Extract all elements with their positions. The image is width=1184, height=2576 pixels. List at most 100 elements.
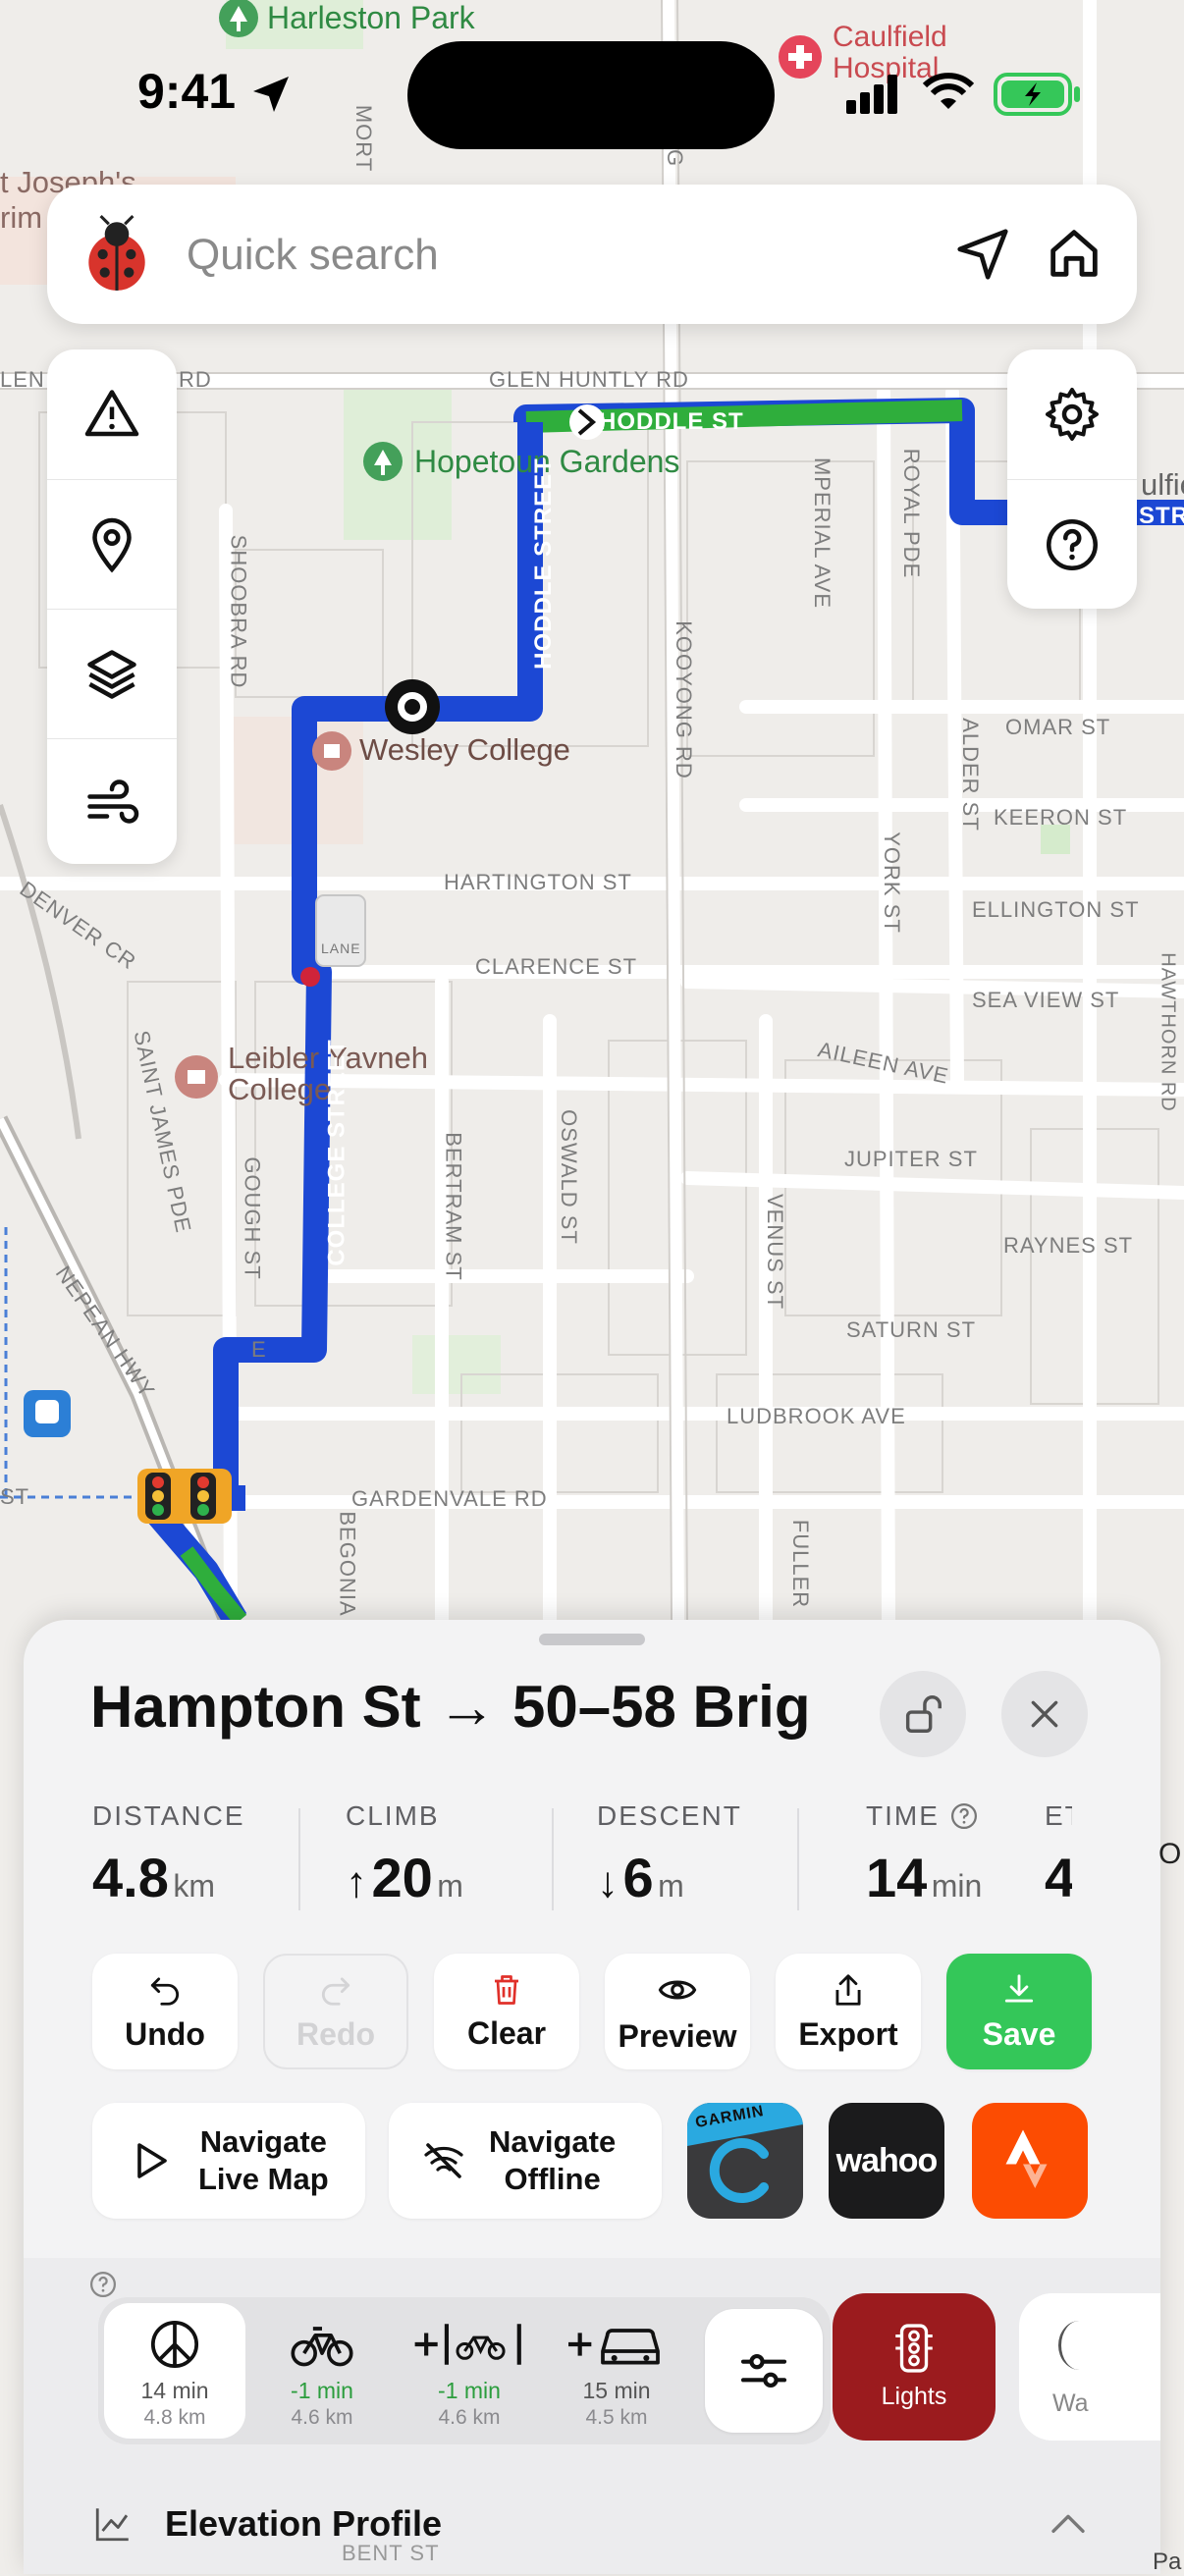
share-icon <box>835 1973 861 2006</box>
redo-button[interactable]: Redo <box>263 1954 408 2069</box>
street-label: CLARENCE ST <box>475 954 638 979</box>
navigate-live-map-button[interactable]: Navigate Live Map <box>92 2103 365 2219</box>
wahoo-button[interactable]: wahoo <box>829 2103 944 2219</box>
ladybug-logo-icon <box>88 214 145 291</box>
route-stats: DISTANCE 4.8 km CLIMB ↑ 20 m DESCENT ↓ 6… <box>92 1800 1160 1918</box>
street-label: JUPITER ST <box>844 1147 978 1171</box>
settings-button[interactable] <box>1007 349 1137 479</box>
street-label: OSWALD ST <box>556 1109 581 1245</box>
weather-label: Wa <box>1052 2389 1089 2417</box>
street-label: BERTRAM ST <box>441 1132 466 1281</box>
trash-icon <box>495 1974 518 2005</box>
undo-label: Undo <box>125 2015 205 2052</box>
street-label: RD <box>179 367 212 392</box>
info-icon[interactable] <box>949 1801 979 1831</box>
stat-descent: DESCENT ↓ 6 m <box>597 1800 742 1909</box>
mode-time: 14 min <box>140 2378 209 2403</box>
chart-icon <box>95 2508 129 2542</box>
routing-preferences-button[interactable] <box>705 2309 823 2433</box>
street-label: ALDER ST <box>957 718 983 832</box>
street-label: KEERON ST <box>994 805 1128 830</box>
strava-logo-icon <box>1005 2129 1048 2188</box>
stat-arrow: ↓ <box>597 1858 619 1906</box>
street-label: RAYNES ST <box>1003 1233 1134 1258</box>
undo-button[interactable]: Undo <box>92 1954 238 2069</box>
sliders-icon <box>740 2353 787 2388</box>
navigate-offline-button[interactable]: Navigate Offline <box>389 2103 662 2219</box>
close-button[interactable] <box>1001 1671 1088 1757</box>
garmin-connect-button[interactable]: GARMIN <box>687 2103 803 2219</box>
street-label: BEGONIA <box>335 1511 360 1617</box>
mode-bike-lane[interactable]: -1 min 4.6 km <box>399 2303 540 2439</box>
weather-icon <box>1058 2321 1101 2370</box>
wind-icon <box>87 779 139 824</box>
home-icon[interactable] <box>1043 222 1105 285</box>
eye-icon <box>658 1980 697 1999</box>
gear-icon <box>1046 388 1099 441</box>
traffic-light-icon <box>137 1469 232 1524</box>
stat-label: DESCENT <box>597 1800 742 1831</box>
mode-dist: 4.8 km <box>143 2406 206 2429</box>
stat-eta: ET 4 <box>1045 1800 1072 1909</box>
warning-triangle-icon <box>84 390 139 437</box>
stat-value: 4 <box>1045 1847 1072 1908</box>
street-label: GOUGH ST <box>240 1156 265 1280</box>
redo-icon <box>321 1976 350 2006</box>
search-input[interactable] <box>185 218 817 293</box>
hoddle-st-label: HODDLE ST <box>599 408 744 435</box>
save-button[interactable]: Save <box>946 1954 1092 2069</box>
elevation-profile-label[interactable]: Elevation Profile <box>165 2503 442 2545</box>
stat-unit: km <box>173 1868 215 1904</box>
map-edge-label: O <box>1158 1838 1182 1870</box>
mode-car[interactable]: 15 min 4.5 km <box>546 2303 687 2439</box>
routing-mode-selector: 14 min 4.8 km -1 min 4.6 km -1 min 4.6 k… <box>98 2297 831 2444</box>
layers-icon <box>87 650 136 699</box>
wifi-off-icon <box>424 2143 463 2178</box>
peace-icon <box>150 2320 199 2369</box>
strava-button[interactable] <box>972 2103 1088 2219</box>
street-label: MORT <box>351 104 377 173</box>
preview-button[interactable]: Preview <box>605 1954 750 2069</box>
caulfield-right-label: ulfie <box>1141 467 1184 502</box>
export-button[interactable]: Export <box>776 1954 921 2069</box>
stat-label: ET <box>1045 1800 1072 1831</box>
lights-label: Lights <box>881 2382 947 2410</box>
stat-divider <box>552 1808 554 1910</box>
stat-value: 20 <box>371 1847 433 1908</box>
navigate-arrow-icon[interactable] <box>952 224 1013 285</box>
lock-button[interactable] <box>880 1671 966 1757</box>
car-icon <box>568 2329 660 2365</box>
download-icon <box>1004 1973 1034 2003</box>
status-time: 9:41 <box>137 64 237 119</box>
undo-icon <box>150 1976 180 2006</box>
help-small-icon[interactable] <box>88 2270 118 2299</box>
map-layers-button[interactable] <box>47 609 177 739</box>
save-label: Save <box>982 2015 1056 2052</box>
chevron-up-icon[interactable] <box>1049 2509 1088 2537</box>
hazard-report-button[interactable] <box>47 349 177 479</box>
street-label: HARTINGTON ST <box>444 870 632 894</box>
wind-button[interactable] <box>47 738 177 869</box>
help-button[interactable] <box>1007 479 1137 610</box>
mode-bike[interactable]: -1 min 4.6 km <box>251 2303 393 2439</box>
street-label: E <box>251 1337 267 1362</box>
street-label: HAWTHORN RD <box>1157 952 1179 1112</box>
street-label: VENUS ST <box>763 1193 788 1311</box>
export-label: Export <box>798 2015 898 2052</box>
stat-divider <box>797 1808 799 1910</box>
location-pin-button[interactable] <box>47 479 177 610</box>
bike-icon <box>291 2327 353 2367</box>
stat-value: 6 <box>622 1847 654 1908</box>
weather-button[interactable]: Wa <box>1019 2293 1160 2441</box>
mode-time: -1 min <box>291 2378 353 2403</box>
preview-label: Preview <box>618 2017 737 2054</box>
map-tools-panel <box>47 349 177 864</box>
street-label: ST <box>0 1484 30 1509</box>
mode-relaxed[interactable]: 14 min 4.8 km <box>104 2303 245 2439</box>
college-street-label: COLLEGE STREET <box>323 1039 350 1266</box>
clear-button[interactable]: Clear <box>434 1954 579 2069</box>
sheet-grabber[interactable] <box>539 1634 645 1645</box>
street-label: OMAR ST <box>1005 715 1111 739</box>
lights-button[interactable]: Lights <box>833 2293 996 2441</box>
stat-label: DISTANCE <box>92 1800 245 1831</box>
